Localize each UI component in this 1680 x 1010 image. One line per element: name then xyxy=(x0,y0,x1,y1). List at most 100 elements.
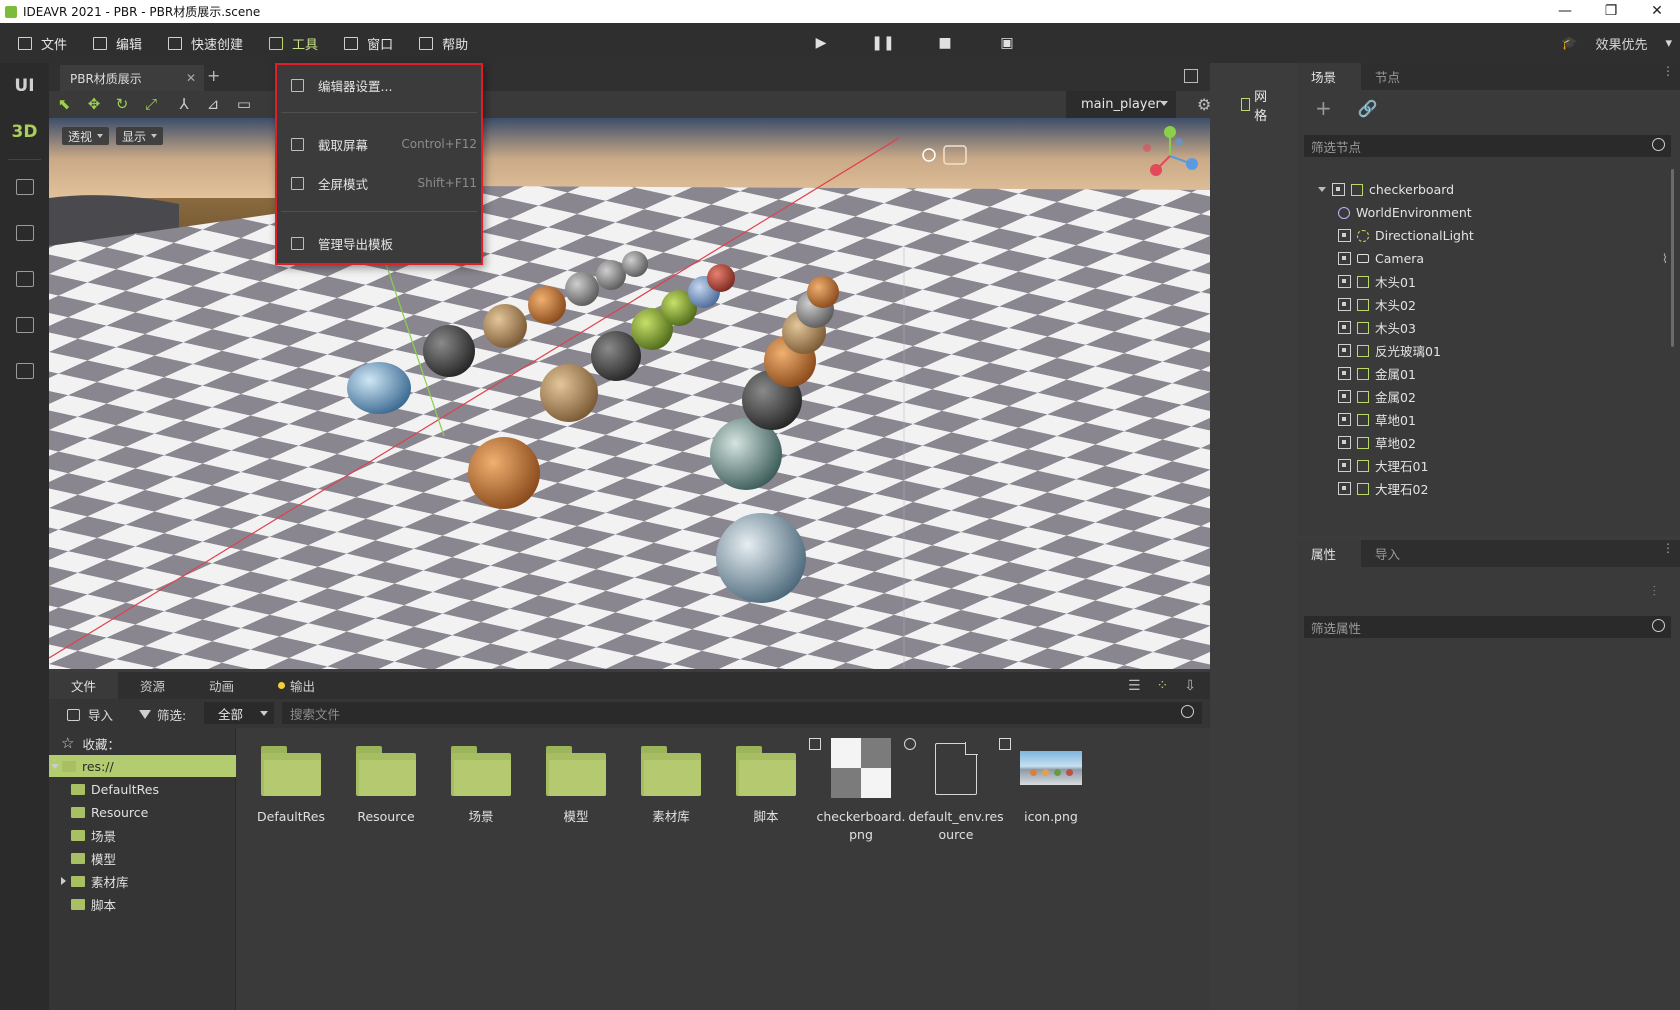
menu-help[interactable]: 帮助 xyxy=(411,23,476,63)
dir-resource[interactable]: Resource xyxy=(71,801,148,823)
import-button[interactable]: 导入 xyxy=(67,705,113,724)
search-icon[interactable] xyxy=(1652,619,1665,632)
file-item[interactable]: 脚本 xyxy=(718,738,814,848)
tab-properties[interactable]: 属性 xyxy=(1297,540,1361,567)
rail-docs-button[interactable] xyxy=(0,348,49,394)
menu-file[interactable]: 文件 xyxy=(10,23,75,63)
tab-output[interactable]: 输出 xyxy=(256,672,337,699)
dir-scene[interactable]: 场景 xyxy=(71,824,116,846)
player-select[interactable]: main_player xyxy=(1066,91,1176,118)
menu-window[interactable]: 窗口 xyxy=(336,23,401,63)
file-item[interactable]: default_env.resource xyxy=(904,738,1004,848)
visibility-icon[interactable] xyxy=(1338,252,1351,265)
3d-mode-button[interactable]: 3D xyxy=(0,109,49,155)
scene-tree-scrollbar[interactable] xyxy=(1671,169,1674,347)
expand-arrow-icon[interactable] xyxy=(1318,187,1326,192)
rail-settings-button[interactable] xyxy=(0,256,49,302)
list-view-icon[interactable]: ☰ xyxy=(1128,678,1141,694)
tab-scene[interactable]: 场景 xyxy=(1297,63,1361,90)
movie-icon[interactable]: ▣ xyxy=(976,35,1038,51)
select-tool-icon[interactable]: ⬉ xyxy=(55,95,73,113)
visibility-icon[interactable] xyxy=(1338,482,1351,495)
tree-node[interactable]: 草地02 xyxy=(1338,431,1416,454)
graduation-cap-icon[interactable]: 🎓 xyxy=(1561,36,1577,51)
node-filter-input[interactable]: 筛选节点 xyxy=(1304,135,1671,157)
tab-resources[interactable]: 资源 xyxy=(118,672,187,699)
tree-node[interactable]: 反光玻璃01 xyxy=(1338,339,1441,362)
3d-viewport[interactable]: 透视 显示 xyxy=(49,118,1210,669)
tree-node[interactable]: 草地01 xyxy=(1338,408,1416,431)
visibility-icon[interactable] xyxy=(1338,413,1351,426)
close-tab-icon[interactable]: ✕ xyxy=(186,71,196,85)
dir-material-library[interactable]: 素材库 xyxy=(61,870,129,892)
rail-node-graph-button[interactable] xyxy=(0,164,49,210)
search-icon[interactable] xyxy=(1652,138,1665,151)
dir-res-root[interactable]: res:// xyxy=(49,755,236,777)
tab-pbr-scene[interactable]: PBR材质展示 ✕ xyxy=(60,65,204,91)
tree-node[interactable]: 木头03 xyxy=(1338,316,1416,339)
chevron-down-icon[interactable]: ▾ xyxy=(1665,36,1672,51)
script-icon[interactable]: ⌇ xyxy=(1662,251,1668,266)
display-dropdown[interactable]: 显示 xyxy=(116,127,164,145)
close-window-button[interactable]: ✕ xyxy=(1634,0,1680,23)
tree-node-camera[interactable]: Camera ⌇ xyxy=(1338,247,1680,270)
quality-mode-select[interactable]: 效果优先 xyxy=(1595,34,1647,53)
file-item[interactable]: Resource xyxy=(338,738,434,848)
grid-view-icon[interactable]: ⁘ xyxy=(1157,678,1169,694)
add-tab-button[interactable]: + xyxy=(207,66,220,85)
tree-node[interactable]: 大理石02 xyxy=(1338,477,1428,500)
expand-arrow-icon[interactable] xyxy=(51,763,59,769)
dir-script[interactable]: 脚本 xyxy=(71,893,116,915)
visibility-icon[interactable] xyxy=(1338,436,1351,449)
menu-quick-create[interactable]: 快速创建 xyxy=(160,23,251,63)
tree-node[interactable]: 金属02 xyxy=(1338,385,1416,408)
menu-item-fullscreen[interactable]: 全屏模式 Shift+F11 xyxy=(277,165,481,201)
file-item[interactable]: 模型 xyxy=(528,738,624,848)
visibility-icon[interactable] xyxy=(1338,298,1351,311)
play-icon[interactable]: ▶ xyxy=(790,35,852,51)
tab-animation[interactable]: 动画 xyxy=(187,672,256,699)
grid-toggle[interactable]: 网格 xyxy=(1241,90,1271,124)
rotate-tool-icon[interactable]: ↻ xyxy=(113,95,131,113)
gear-icon[interactable]: ⚙ xyxy=(1197,95,1211,114)
minimize-button[interactable]: — xyxy=(1542,0,1588,23)
tree-node-directionallight[interactable]: DirectionalLight xyxy=(1338,224,1474,247)
pause-icon[interactable]: ❚❚ xyxy=(852,35,914,51)
scale-tool-icon[interactable]: ⤢ xyxy=(142,95,160,113)
stop-icon[interactable]: ■ xyxy=(914,35,976,51)
visibility-icon[interactable] xyxy=(1338,367,1351,380)
rail-store-button[interactable] xyxy=(0,210,49,256)
menu-item-export-templates[interactable]: 管理导出模板 xyxy=(277,225,481,261)
tree-node-worldenvironment[interactable]: WorldEnvironment xyxy=(1338,201,1472,224)
ruler-tool-icon[interactable]: ▭ xyxy=(235,95,253,113)
menu-tools[interactable]: 工具 xyxy=(261,23,326,63)
ui-mode-button[interactable]: UI xyxy=(0,63,49,109)
more-options-icon[interactable]: ⋮ xyxy=(1662,542,1674,554)
file-filter-select[interactable]: 全部 xyxy=(204,702,274,724)
view-mode-dropdown[interactable]: 透视 xyxy=(62,127,110,145)
visibility-icon[interactable] xyxy=(1338,275,1351,288)
menu-edit[interactable]: 编辑 xyxy=(85,23,150,63)
file-item[interactable]: icon.png xyxy=(999,738,1099,848)
tree-node[interactable]: 金属01 xyxy=(1338,362,1416,385)
download-icon[interactable]: ⇩ xyxy=(1184,678,1196,694)
search-icon[interactable] xyxy=(1181,705,1194,718)
visibility-icon[interactable] xyxy=(1332,183,1345,196)
menu-item-editor-settings[interactable]: 编辑器设置... xyxy=(277,67,481,103)
tab-import[interactable]: 导入 xyxy=(1361,540,1425,567)
menu-item-screenshot[interactable]: 截取屏幕 Control+F12 xyxy=(277,126,481,162)
pivot-tool-icon[interactable]: ⅄ xyxy=(175,95,193,113)
maximize-button[interactable]: ❐ xyxy=(1588,0,1634,23)
property-filter-input[interactable]: 筛选属性 xyxy=(1304,616,1671,638)
tab-node[interactable]: 节点 xyxy=(1361,63,1425,90)
tree-node[interactable]: 木头01 xyxy=(1338,270,1416,293)
link-icon[interactable]: 🔗 xyxy=(1358,99,1378,118)
move-tool-icon[interactable]: ✥ xyxy=(85,95,103,113)
tree-node[interactable]: 木头02 xyxy=(1338,293,1416,316)
visibility-icon[interactable] xyxy=(1338,459,1351,472)
snap-tool-icon[interactable]: ⊿ xyxy=(204,95,222,113)
tree-node[interactable]: 大理石01 xyxy=(1338,454,1428,477)
visibility-icon[interactable] xyxy=(1338,229,1351,242)
favorites-label[interactable]: ☆ 收藏： xyxy=(61,732,120,754)
file-item[interactable]: checkerboard.png xyxy=(809,738,909,848)
